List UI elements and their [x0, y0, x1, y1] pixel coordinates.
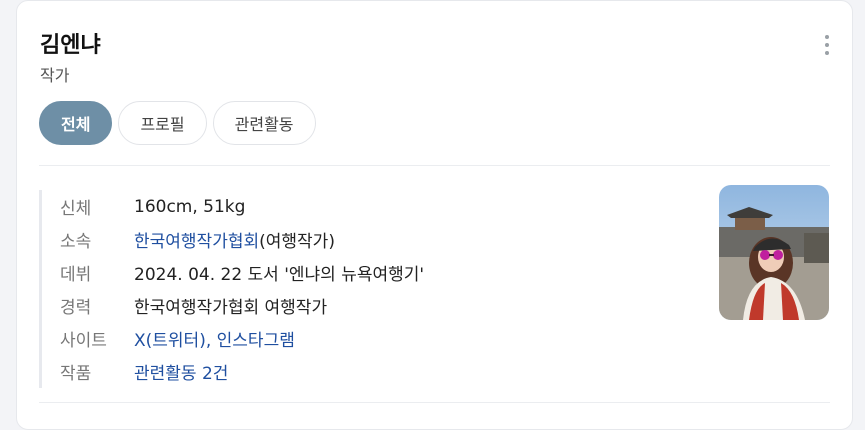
info-row-debut: 데뷔 2024. 04. 22 도서 '엔냐의 뉴욕여행기'	[60, 256, 700, 289]
link-separator: ,	[205, 331, 217, 351]
info-label: 작품	[60, 364, 92, 384]
more-options-icon[interactable]	[824, 35, 830, 55]
agency-link[interactable]: 한국여행작가협회	[134, 232, 259, 252]
info-row-body: 신체 160cm, 51kg	[60, 190, 700, 223]
dot	[825, 43, 829, 47]
divider	[39, 165, 830, 166]
info-value: 2024. 04. 22 도서 '엔냐의 뉴욕여행기'	[134, 265, 425, 285]
info-label: 소속	[60, 232, 92, 252]
tab-all[interactable]: 전체	[39, 101, 113, 145]
info-list: 신체 160cm, 51kg 소속 한국여행작가협회(여행작가) 데뷔 2024…	[39, 190, 700, 388]
tab-activities[interactable]: 관련활동	[212, 101, 316, 145]
tab-bar: 전체 프로필 관련활동	[39, 101, 316, 145]
info-row-works: 작품 관련활동 2건	[60, 355, 700, 388]
twitter-link[interactable]: X(트위터)	[134, 331, 206, 351]
profile-name: 김엔냐	[40, 33, 101, 58]
agency-suffix: (여행작가)	[259, 232, 335, 252]
info-label: 신체	[60, 199, 92, 219]
profile-photo[interactable]	[719, 185, 829, 320]
profile-role: 작가	[40, 66, 70, 85]
divider	[39, 402, 830, 403]
info-label: 경력	[60, 298, 92, 318]
dot	[825, 35, 829, 39]
info-label: 데뷔	[60, 265, 92, 285]
info-row-agency: 소속 한국여행작가협회(여행작가)	[60, 223, 700, 256]
dot	[825, 51, 829, 55]
profile-card: 김엔냐 작가 전체 프로필 관련활동 신체 160cm, 51kg 소속 한국여…	[16, 0, 853, 430]
profile-photo-image	[719, 185, 829, 320]
instagram-link[interactable]: 인스타그램	[217, 331, 295, 351]
tab-profile[interactable]: 프로필	[118, 101, 207, 145]
info-value: 한국여행작가협회 여행작가	[134, 298, 328, 318]
info-value: 160cm, 51kg	[134, 196, 246, 217]
info-row-site: 사이트 X(트위터), 인스타그램	[60, 322, 700, 355]
info-label: 사이트	[60, 331, 107, 351]
info-row-career: 경력 한국여행작가협회 여행작가	[60, 289, 700, 322]
works-link[interactable]: 관련활동 2건	[134, 364, 228, 384]
